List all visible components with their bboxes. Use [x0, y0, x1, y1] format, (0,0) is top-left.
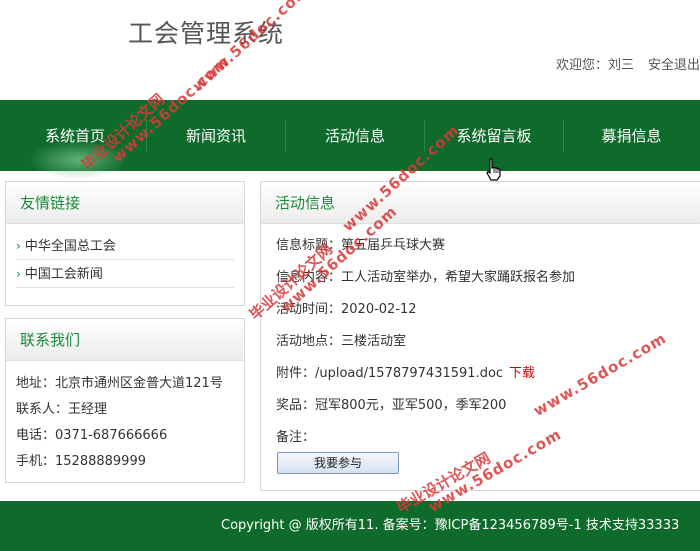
activity-location: 活动地点：三楼活动室 [276, 334, 407, 349]
contact-phone: 电话：0371-687666666 [16, 428, 168, 443]
user-bar: 欢迎您：刘三 安全退出 [556, 54, 700, 73]
logout-link[interactable]: 安全退出 [648, 58, 700, 73]
nav-item-activities[interactable]: 活动信息 [285, 100, 425, 171]
hand-pointer-icon [486, 158, 501, 181]
info-content: 信息内容：工人活动室举办，希望大家踊跃报名参加 [276, 270, 576, 285]
activity-panel: 活动信息 信息标题：第五届乒乓球大赛 信息内容：工人活动室举办，希望大家踊跃报名… [260, 181, 700, 491]
footer: Copyright @ 版权所有11. 备案号：豫ICP备123456789号-… [0, 501, 700, 551]
header: 工会管理系统 欢迎您：刘三 安全退出 [0, 0, 700, 100]
contact-mobile: 手机：15288889999 [16, 454, 146, 469]
friend-link-label: 中国工会新闻 [24, 267, 103, 282]
chevron-right-icon: › [16, 267, 21, 281]
chevron-right-icon: › [16, 239, 21, 253]
site-title: 工会管理系统 [128, 19, 285, 48]
nav-item-donations[interactable]: 募捐信息 [563, 100, 700, 171]
friend-link-item[interactable]: › 中国工会新闻 [16, 260, 234, 288]
info-title: 信息标题：第五届乒乓球大赛 [276, 238, 446, 253]
contact-person: 联系人：王经理 [16, 402, 108, 417]
welcome-text: 欢迎您：刘三 [555, 58, 634, 73]
contact-address: 地址：北京市通州区金普大道121号 [16, 376, 223, 391]
activity-title: 活动信息 [261, 182, 700, 224]
remark-line: 备注： [276, 430, 316, 445]
nav-active-glow [28, 140, 128, 180]
friend-link-item[interactable]: › 中华全国总工会 [16, 232, 234, 260]
contact-title: 联系我们 [6, 319, 244, 361]
prize-line: 奖品：冠军800元，亚军500，季军200 [276, 398, 507, 413]
activity-time: 活动时间：2020-02-12 [276, 302, 417, 317]
download-link[interactable]: 下载 [509, 366, 535, 381]
nav-item-news[interactable]: 新闻资讯 [146, 100, 286, 171]
copyright-text: Copyright @ 版权所有11. 备案号：豫ICP备123456789号-… [221, 518, 680, 533]
join-button[interactable]: 我要参与 [277, 452, 399, 474]
attachment-path: 附件：/upload/1578797431591.doc [276, 366, 504, 381]
friend-link-label: 中华全国总工会 [24, 239, 116, 254]
attachment-line: 附件：/upload/1578797431591.doc 下载 [276, 358, 700, 390]
friend-links-title: 友情链接 [6, 182, 244, 224]
contact-box: 联系我们 地址：北京市通州区金普大道121号 联系人：王经理 电话：0371-6… [5, 318, 245, 483]
friend-links-box: 友情链接 › 中华全国总工会 › 中国工会新闻 [5, 181, 245, 306]
